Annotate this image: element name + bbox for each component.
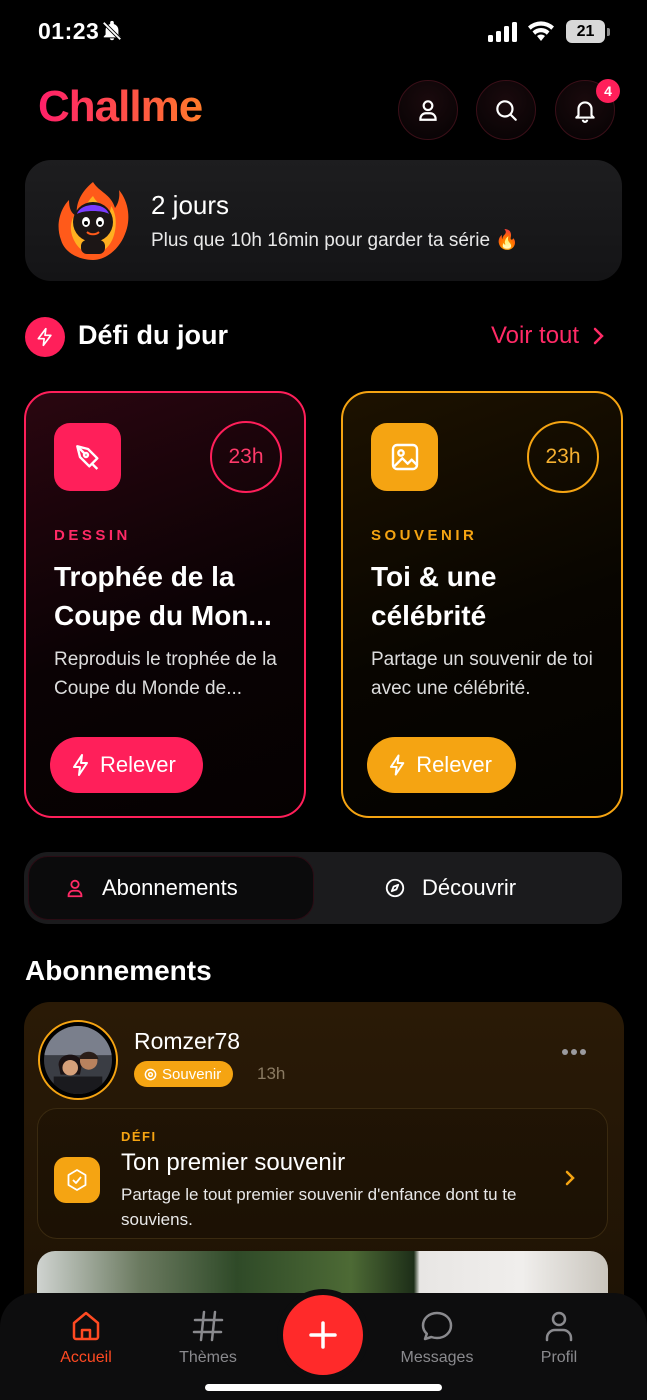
accept-challenge-label: Relever — [100, 752, 176, 777]
status-bar: 01:23 21 — [0, 0, 647, 64]
person-icon — [419, 100, 437, 121]
search-icon — [496, 100, 517, 121]
post-username[interactable]: Romzer78 — [134, 1028, 240, 1055]
pen-tool-icon — [75, 445, 99, 470]
challenge-description: Reproduis le trophée de la Coupe du Mond… — [54, 649, 277, 699]
post-timestamp: 13h — [257, 1064, 286, 1083]
bell-off-icon — [102, 20, 122, 41]
home-indicator[interactable] — [205, 1384, 442, 1391]
challenge-title: Toi & une célébrité — [371, 561, 497, 631]
notification-badge: 4 — [596, 79, 620, 103]
challenge-icon-tile — [54, 1157, 100, 1203]
challenge-timer: 23h — [210, 421, 282, 493]
more-options-icon[interactable] — [561, 1048, 587, 1056]
streak-days: 2 jours — [151, 190, 230, 220]
feed-post-card[interactable]: Romzer78 Souvenir 13h DÉFI Ton premier s… — [24, 1002, 624, 1322]
category-tag-label: Souvenir — [162, 1065, 222, 1083]
challenge-description: Partage un souvenir de toi avec une célé… — [371, 649, 593, 699]
challenge-category: DESSIN — [54, 527, 131, 544]
challenge-card-memory[interactable]: 23h SOUVENIR Toi & une célébrité Partage… — [341, 391, 623, 818]
accept-challenge-button[interactable]: Relever — [367, 737, 516, 793]
challenge-category: SOUVENIR — [371, 527, 478, 544]
nav-themes-label: Thèmes — [179, 1349, 237, 1366]
challenge-description: Partage le tout premier souvenir d'enfan… — [121, 1185, 517, 1229]
flame-mascot-icon — [58, 182, 129, 260]
tab-discover-label: Découvrir — [422, 875, 517, 900]
avatar-photo — [44, 1026, 112, 1094]
hashtag-icon — [192, 1310, 224, 1342]
search-button[interactable] — [476, 80, 536, 140]
challenge-label: DÉFI — [121, 1129, 157, 1144]
app-logo: Challme — [38, 82, 203, 131]
streak-message: Plus que 10h 16min pour garder ta série … — [151, 230, 519, 251]
wifi-icon — [528, 21, 554, 41]
nav-profile[interactable]: Profil — [509, 1309, 609, 1367]
tab-discover[interactable]: Découvrir — [384, 856, 516, 920]
battery-indicator: 21 — [566, 20, 610, 43]
nav-messages-label: Messages — [400, 1349, 474, 1366]
lightning-icon — [37, 327, 52, 347]
nav-home[interactable]: Accueil — [36, 1309, 136, 1367]
avatar[interactable] — [38, 1020, 118, 1100]
create-post-button[interactable] — [283, 1295, 363, 1375]
nav-profile-label: Profil — [540, 1349, 578, 1366]
status-time: 01:23 — [38, 18, 100, 44]
battery-level: 21 — [566, 20, 605, 43]
challenge-icon-tile — [54, 423, 121, 491]
person-icon — [545, 1311, 573, 1342]
streak-card[interactable]: 2 jours Plus que 10h 16min pour garder t… — [25, 160, 622, 281]
nav-themes[interactable]: Thèmes — [158, 1309, 258, 1367]
friends-button[interactable] — [398, 80, 458, 140]
nav-messages[interactable]: Messages — [387, 1309, 487, 1367]
see-all-link[interactable]: Voir tout — [491, 322, 605, 350]
accept-challenge-button[interactable]: Relever — [50, 737, 203, 793]
location-pin-icon — [144, 1068, 157, 1080]
chevron-right-icon — [565, 1170, 575, 1186]
challenge-title: Ton premier souvenir — [121, 1149, 346, 1176]
section-title-daily-challenge: Défi du jour — [78, 320, 228, 350]
bell-icon — [575, 101, 595, 123]
accept-challenge-label: Relever — [416, 752, 492, 777]
lightning-icon — [389, 754, 405, 776]
signal-icon — [488, 22, 517, 42]
notifications-button[interactable]: 4 — [555, 79, 620, 140]
see-all-label: Voir tout — [491, 322, 580, 349]
home-icon — [72, 1311, 100, 1341]
image-icon — [391, 443, 418, 471]
plus-icon — [309, 1321, 337, 1349]
feed-section-title: Abonnements — [25, 955, 212, 986]
feed-tabs: Abonnements Découvrir — [24, 852, 622, 924]
hexagon-badge-icon — [67, 1169, 87, 1191]
chevron-right-icon — [593, 327, 604, 345]
lightning-badge — [25, 317, 65, 357]
challenge-timer: 23h — [527, 421, 599, 493]
chat-bubble-icon — [421, 1311, 453, 1341]
tab-subscriptions[interactable]: Abonnements — [64, 856, 238, 920]
challenge-card-drawing[interactable]: 23h DESSIN Trophée de la Coupe du Mon...… — [24, 391, 306, 818]
category-tag[interactable]: Souvenir — [134, 1061, 234, 1087]
challenge-title: Trophée de la Coupe du Mon... — [54, 561, 272, 631]
nav-home-label: Accueil — [60, 1349, 112, 1366]
challenge-icon-tile — [371, 423, 438, 491]
post-challenge-box[interactable]: DÉFI Ton premier souvenir Partage le tou… — [37, 1108, 608, 1239]
person-icon — [67, 879, 83, 898]
compass-icon — [385, 878, 405, 898]
tab-subscriptions-label: Abonnements — [102, 875, 238, 900]
lightning-icon — [73, 754, 88, 776]
